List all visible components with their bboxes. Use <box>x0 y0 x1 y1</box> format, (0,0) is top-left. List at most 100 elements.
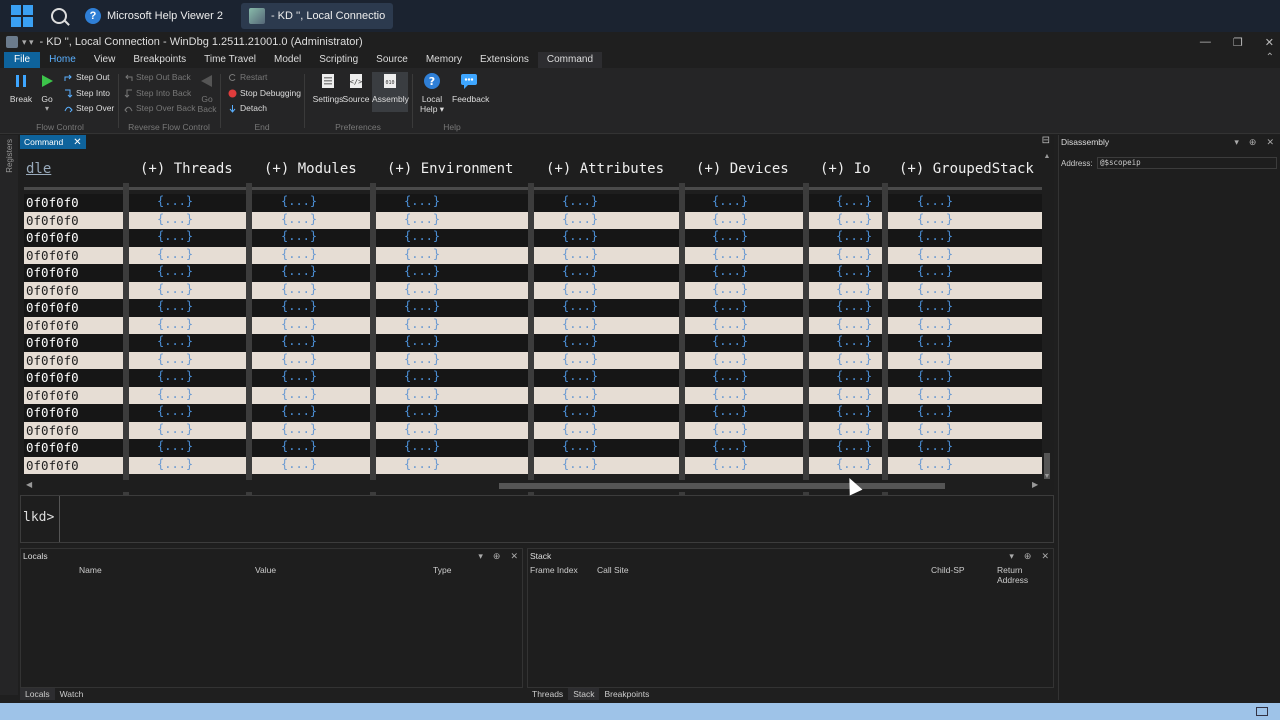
expand-object-link[interactable]: {...} <box>281 369 317 383</box>
pin-icon[interactable]: ⊕ <box>1024 549 1032 563</box>
expand-object-link[interactable]: {...} <box>836 334 872 348</box>
expand-object-link[interactable]: {...} <box>157 299 193 313</box>
tab-view[interactable]: View <box>85 52 125 68</box>
expand-object-link[interactable]: {...} <box>281 352 317 366</box>
close-icon[interactable]: ✕ <box>510 549 518 563</box>
expand-object-link[interactable]: {...} <box>157 387 193 401</box>
expand-object-link[interactable]: {...} <box>712 352 748 366</box>
expand-object-link[interactable]: {...} <box>281 247 317 261</box>
source-button[interactable]: </> Source <box>342 72 370 104</box>
expand-object-link[interactable]: {...} <box>562 439 598 453</box>
expand-object-link[interactable]: {...} <box>157 264 193 278</box>
column-header-modules[interactable]: (+) Modules <box>264 161 357 179</box>
expand-object-link[interactable]: {...} <box>836 212 872 226</box>
expand-object-link[interactable]: {...} <box>562 369 598 383</box>
expand-object-link[interactable]: {...} <box>712 229 748 243</box>
column-header-handle[interactable]: dle <box>26 161 51 179</box>
close-icon[interactable]: ✕ <box>1266 137 1274 148</box>
expand-object-link[interactable]: {...} <box>157 229 193 243</box>
expand-object-link[interactable]: {...} <box>404 422 440 436</box>
expand-object-link[interactable]: {...} <box>712 422 748 436</box>
tab-memory[interactable]: Memory <box>417 52 471 68</box>
expand-object-link[interactable]: {...} <box>562 317 598 331</box>
expand-object-link[interactable]: {...} <box>836 264 872 278</box>
go-button[interactable]: Go ▾ <box>33 72 61 113</box>
expand-object-link[interactable]: {...} <box>281 212 317 226</box>
expand-object-link[interactable]: {...} <box>917 229 953 243</box>
expand-object-link[interactable]: {...} <box>712 194 748 208</box>
expand-object-link[interactable]: {...} <box>917 212 953 226</box>
expand-object-link[interactable]: {...} <box>404 457 440 471</box>
maximize-button[interactable]: ❐ <box>1233 36 1243 49</box>
expand-object-link[interactable]: {...} <box>157 422 193 436</box>
expand-object-link[interactable]: {...} <box>917 247 953 261</box>
expand-object-link[interactable]: {...} <box>562 247 598 261</box>
stop-debugging-button[interactable]: Stop Debugging <box>228 86 301 100</box>
expand-object-link[interactable]: {...} <box>562 282 598 296</box>
expand-object-link[interactable]: {...} <box>917 457 953 471</box>
expand-object-link[interactable]: {...} <box>712 282 748 296</box>
expand-object-link[interactable]: {...} <box>712 212 748 226</box>
expand-object-link[interactable]: {...} <box>157 247 193 261</box>
expand-object-link[interactable]: {...} <box>712 439 748 453</box>
expand-object-link[interactable]: {...} <box>836 229 872 243</box>
break-button[interactable]: Break <box>7 72 35 104</box>
settings-button[interactable]: Settings <box>310 72 346 104</box>
column-divider[interactable] <box>528 183 534 498</box>
expand-object-link[interactable]: {...} <box>917 299 953 313</box>
scroll-left-icon[interactable]: ◀ <box>26 480 32 489</box>
expand-object-link[interactable]: {...} <box>281 334 317 348</box>
close-button[interactable]: ✕ <box>1265 36 1274 49</box>
tab-scripting[interactable]: Scripting <box>310 52 367 68</box>
scrollbar-thumb[interactable] <box>499 483 945 489</box>
tab-command-window[interactable]: Command ✕ <box>20 135 86 149</box>
tab-breakpoints[interactable]: Breakpoints <box>124 52 195 68</box>
expand-object-link[interactable]: {...} <box>712 404 748 418</box>
step-out-back-button[interactable]: Step Out Back <box>124 70 191 84</box>
column-divider[interactable] <box>882 183 888 498</box>
expand-object-link[interactable]: {...} <box>917 317 953 331</box>
expand-object-link[interactable]: {...} <box>562 299 598 313</box>
expand-object-link[interactable]: {...} <box>917 439 953 453</box>
tab-command[interactable]: Command <box>537 52 603 68</box>
expand-object-link[interactable]: {...} <box>712 317 748 331</box>
column-header-threads[interactable]: (+) Threads <box>140 161 233 179</box>
expand-object-link[interactable]: {...} <box>836 247 872 261</box>
expand-object-link[interactable]: {...} <box>712 457 748 471</box>
column-header-call-site[interactable]: Call Site <box>597 565 629 575</box>
expand-object-link[interactable]: {...} <box>281 194 317 208</box>
column-header-attributes[interactable]: (+) Attributes <box>546 161 664 179</box>
column-header-name[interactable]: Name <box>79 565 102 575</box>
expand-object-link[interactable]: {...} <box>712 387 748 401</box>
expand-object-link[interactable]: {...} <box>157 334 193 348</box>
tab-model[interactable]: Model <box>265 52 310 68</box>
expand-object-link[interactable]: {...} <box>836 194 872 208</box>
expand-object-link[interactable]: {...} <box>712 264 748 278</box>
expand-object-link[interactable]: {...} <box>404 212 440 226</box>
restart-button[interactable]: Restart <box>228 70 267 84</box>
expand-object-link[interactable]: {...} <box>404 282 440 296</box>
expand-object-link[interactable]: {...} <box>404 247 440 261</box>
column-divider[interactable] <box>679 183 685 498</box>
expand-object-link[interactable]: {...} <box>404 387 440 401</box>
address-input[interactable]: @$scopeip <box>1097 157 1277 169</box>
expand-object-link[interactable]: {...} <box>157 457 193 471</box>
expand-object-link[interactable]: {...} <box>836 457 872 471</box>
tab-breakpoints[interactable]: Breakpoints <box>599 688 654 700</box>
taskbar-item-windbg[interactable]: - KD '', Local Connectio <box>240 3 394 29</box>
expand-object-link[interactable]: {...} <box>917 422 953 436</box>
expand-object-link[interactable]: {...} <box>836 439 872 453</box>
expand-object-link[interactable]: {...} <box>281 264 317 278</box>
expand-object-link[interactable]: {...} <box>157 369 193 383</box>
step-out-button[interactable]: Step Out <box>64 70 110 84</box>
vertical-scrollbar[interactable]: ▲ ▼ <box>1042 153 1052 483</box>
expand-object-link[interactable]: {...} <box>917 282 953 296</box>
pane-menu-icon[interactable]: ⊟ <box>1042 135 1050 146</box>
expand-object-link[interactable]: {...} <box>562 334 598 348</box>
expand-object-link[interactable]: {...} <box>404 439 440 453</box>
expand-object-link[interactable]: {...} <box>281 404 317 418</box>
expand-object-link[interactable]: {...} <box>562 229 598 243</box>
chevron-down-icon[interactable]: ▾ <box>1009 549 1014 563</box>
tab-stack[interactable]: Stack <box>568 688 600 700</box>
detach-button[interactable]: Detach <box>228 101 267 115</box>
